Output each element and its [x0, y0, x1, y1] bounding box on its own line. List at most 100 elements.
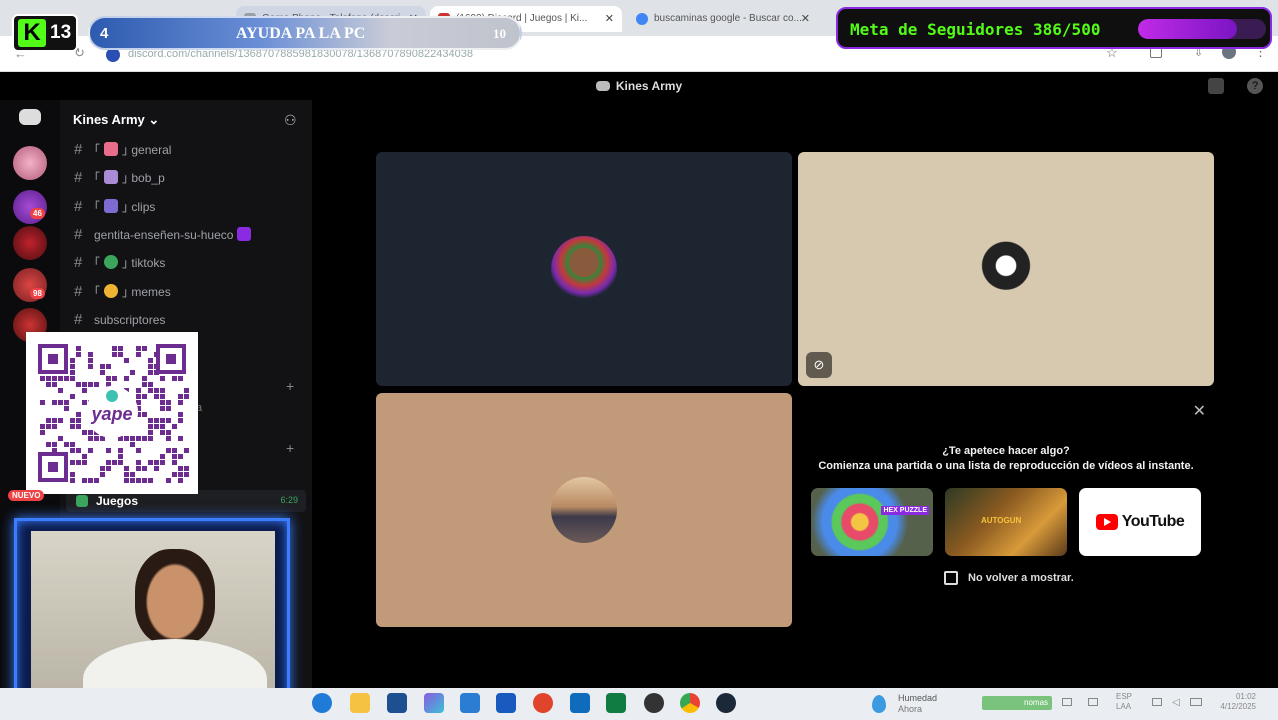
qr-module	[166, 436, 171, 441]
clock-date[interactable]: 4/12/2025	[1220, 702, 1256, 711]
alien-emoji-icon	[104, 255, 119, 269]
qr-module	[82, 430, 87, 435]
clapper-emoji-icon	[104, 199, 119, 213]
participant-tile[interactable]	[376, 152, 792, 386]
qr-module	[130, 442, 135, 447]
webcam-feed	[31, 531, 275, 697]
qr-module	[154, 418, 159, 423]
word-icon[interactable]	[496, 693, 516, 713]
volume-icon[interactable]: ◁	[1172, 697, 1180, 708]
qr-module	[178, 436, 183, 441]
qr-module	[88, 382, 93, 387]
qr-module	[178, 394, 183, 399]
follower-progress-bar	[1138, 19, 1266, 39]
file-explorer-icon[interactable]	[350, 693, 370, 713]
qr-module	[184, 448, 189, 453]
qr-module	[70, 364, 75, 369]
inbox-icon[interactable]	[1208, 78, 1224, 94]
qr-module	[100, 364, 105, 369]
excel-icon[interactable]	[606, 693, 626, 713]
discord-home-icon[interactable]	[19, 109, 41, 125]
discord-titlebar: Kines Army	[0, 72, 1278, 100]
activity-card-hex-puzzle[interactable]: HEX PUZZLE	[811, 488, 933, 556]
bracket-close: ｣	[122, 171, 129, 185]
mention-badge: 98	[30, 288, 45, 299]
clock-time[interactable]: 01:02	[1236, 692, 1256, 701]
create-channel-icon[interactable]: +	[286, 378, 294, 394]
goal-title: AYUDA PA LA PC	[236, 25, 366, 42]
site-info-icon[interactable]	[106, 48, 120, 62]
qr-module	[70, 442, 75, 447]
add-member-icon[interactable]: ⚇	[284, 112, 297, 129]
channel-subscriptores[interactable]: # subscriptores	[74, 310, 165, 330]
channel-tiktoks[interactable]: # ｢ ｣ tiktoks	[74, 253, 165, 273]
server-icon[interactable]	[13, 226, 47, 260]
activity-card-youtube[interactable]: YouTube	[1079, 488, 1201, 556]
sunset-avatar	[551, 477, 617, 543]
qr-module	[70, 460, 75, 465]
channel-general[interactable]: # ｢ ｣ general	[74, 140, 171, 160]
qr-module	[82, 478, 87, 483]
activity-card-autogun[interactable]: AUTOGUN	[945, 488, 1067, 556]
qr-module	[154, 394, 159, 399]
tray-icon[interactable]	[1088, 698, 1098, 706]
qr-module	[40, 424, 45, 429]
create-channel-icon[interactable]: +	[286, 440, 294, 456]
participant-tile[interactable]: ⊘	[798, 152, 1214, 386]
close-tab-icon[interactable]: ✕	[801, 12, 810, 25]
qr-module	[106, 448, 111, 453]
outlook-icon[interactable]	[570, 693, 590, 713]
steam-icon[interactable]	[716, 693, 736, 713]
yape-qr-code: yape	[26, 332, 198, 494]
screen: Game Phone - Telefono (descri... ✕ (1693…	[0, 0, 1278, 720]
app-icon[interactable]	[644, 693, 664, 713]
app-icon[interactable]	[460, 693, 480, 713]
browser-tab-3[interactable]: buscaminas google - Buscar co... ✕	[628, 6, 818, 32]
store-icon[interactable]	[387, 693, 407, 713]
qr-module	[142, 436, 147, 441]
qr-module	[112, 352, 117, 357]
bracket-open: ｢	[94, 256, 101, 270]
qr-module	[160, 454, 165, 459]
close-tab-icon[interactable]: ✕	[605, 12, 614, 25]
follower-progress-fill	[1138, 19, 1237, 39]
qr-module	[82, 454, 87, 459]
channel-gentita[interactable]: # gentita-enseñen-su-hueco	[74, 225, 255, 245]
autogun-logo: AUTOGUN	[981, 516, 1022, 525]
channel-name: general	[131, 143, 172, 157]
language-indicator[interactable]: ESP	[1116, 692, 1132, 701]
office-icon[interactable]	[533, 693, 553, 713]
network-icon[interactable]	[1152, 698, 1162, 706]
qr-module	[184, 472, 189, 477]
channel-clips[interactable]: # ｢ ｣ clips	[74, 197, 155, 217]
weather-subtitle: Ahora	[898, 704, 923, 714]
copilot-icon[interactable]	[424, 693, 444, 713]
dont-show-again-checkbox[interactable]	[944, 571, 958, 585]
server-icon[interactable]	[13, 146, 47, 180]
edge-icon[interactable]	[312, 693, 332, 713]
qr-module	[118, 454, 123, 459]
qr-module	[58, 388, 63, 393]
youtube-play-icon	[1095, 514, 1118, 530]
tray-banner-text: nomas	[1024, 698, 1049, 707]
participant-tile[interactable]	[376, 393, 792, 627]
server-name-header[interactable]: Kines Army ⌄	[73, 112, 159, 128]
channel-bob-p[interactable]: # ｢ ｣ bob_p	[74, 168, 165, 188]
close-icon[interactable]: ✕	[1193, 401, 1206, 421]
channel-memes[interactable]: # ｢ ｣ memes	[74, 282, 171, 302]
keyboard-icon[interactable]	[1062, 698, 1072, 706]
qr-module	[154, 370, 159, 375]
help-icon[interactable]: ?	[1247, 78, 1263, 94]
qr-module	[130, 370, 135, 375]
server-icon[interactable]	[13, 190, 47, 224]
qr-module	[160, 460, 165, 465]
hashtag-icon: #	[74, 141, 83, 158]
battery-icon[interactable]	[1190, 698, 1202, 706]
hashtag-icon: #	[74, 283, 83, 300]
dont-show-again-label: No volver a mostrar.	[968, 572, 1074, 584]
chrome-icon[interactable]	[680, 693, 700, 713]
qr-module	[70, 472, 75, 477]
qr-module	[124, 436, 129, 441]
qr-module	[184, 388, 189, 393]
qr-module	[52, 418, 57, 423]
